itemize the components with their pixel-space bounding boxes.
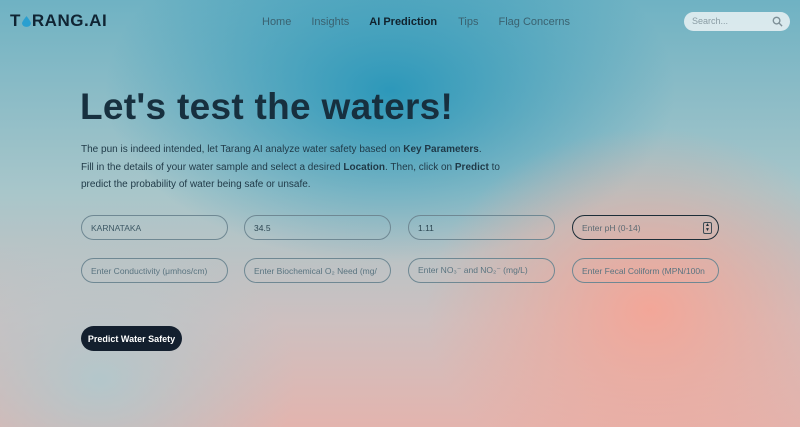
nav-link-flag-concerns[interactable]: Flag Concerns [498, 16, 570, 28]
search-placeholder: Search... [692, 16, 729, 26]
logo-text-end: RANG.AI [31, 11, 108, 30]
water-drop-icon [21, 15, 31, 27]
intro-line-2: Fill in the details of your water sample… [81, 159, 541, 177]
nav-menu: Home Insights AI Prediction Tips Flag Co… [262, 16, 570, 28]
number-spinner-icon[interactable]: ▲ ▼ [703, 222, 712, 234]
fecal-coliform-placeholder: Enter Fecal Coliform (MPN/100n [582, 265, 705, 276]
search-box[interactable]: Search... [684, 12, 790, 31]
nav-link-ai-prediction[interactable]: AI Prediction [369, 16, 437, 28]
nitrate-placeholder: Enter NO₃⁻ and NO₂⁻ (mg/L) [418, 265, 528, 275]
conductivity-placeholder: Enter Conductivity (μmhos/cm) [91, 265, 208, 276]
top-navbar: T RANG.AI Home Insights AI Prediction Ti… [0, 0, 800, 46]
location-highlight: Location [343, 161, 386, 173]
key-parameters-highlight: Key Parameters [403, 144, 479, 155]
fecal-coliform-input[interactable]: Enter Fecal Coliform (MPN/100n [572, 258, 719, 283]
location-select[interactable]: KARNATAKA [81, 215, 228, 240]
intro-line-3: predict the probability of water being s… [81, 179, 311, 190]
logo-text-start: T [10, 11, 21, 30]
nav-link-home[interactable]: Home [262, 16, 291, 28]
parameter-input-3[interactable]: 1.11 [408, 215, 555, 240]
intro-line-1: The pun is indeed intended, let Tarang A… [81, 141, 541, 159]
predict-highlight: Predict [454, 161, 489, 173]
location-value: KARNATAKA [91, 222, 142, 233]
bod-input[interactable]: Enter Biochemical O₂ Need (mg/ [244, 258, 391, 283]
ph-input[interactable]: Enter pH (0-14) ▲ ▼ [572, 215, 719, 240]
intro-text: The pun is indeed intended, let Tarang A… [81, 141, 541, 194]
nav-link-tips[interactable]: Tips [458, 16, 478, 28]
intro-text-segment: . [478, 144, 482, 155]
intro-text-segment: The pun is indeed intended, let Tarang A… [81, 144, 404, 155]
parameter-input-3-value: 1.11 [418, 222, 434, 233]
intro-text-segment: Fill in the details of your water sample… [81, 161, 344, 173]
conductivity-input[interactable]: Enter Conductivity (μmhos/cm) [81, 258, 228, 283]
parameter-input-2-value: 34.5 [254, 222, 271, 233]
nitrate-input[interactable]: Enter NO₃⁻ and NO₂⁻ (mg/L) [408, 258, 555, 283]
parameter-input-2[interactable]: 34.5 [244, 215, 391, 240]
search-icon[interactable] [772, 16, 783, 27]
bod-placeholder: Enter Biochemical O₂ Need (mg/ [254, 265, 377, 276]
ph-placeholder: Enter pH (0-14) [582, 222, 641, 233]
intro-text-segment: . Then, click on [385, 161, 455, 173]
predict-button[interactable]: Predict Water Safety [81, 326, 182, 351]
nav-link-insights[interactable]: Insights [311, 16, 349, 28]
intro-text-segment: to [488, 161, 500, 173]
logo[interactable]: T RANG.AI [10, 11, 107, 31]
page-title: Let's test the waters! [80, 86, 454, 127]
